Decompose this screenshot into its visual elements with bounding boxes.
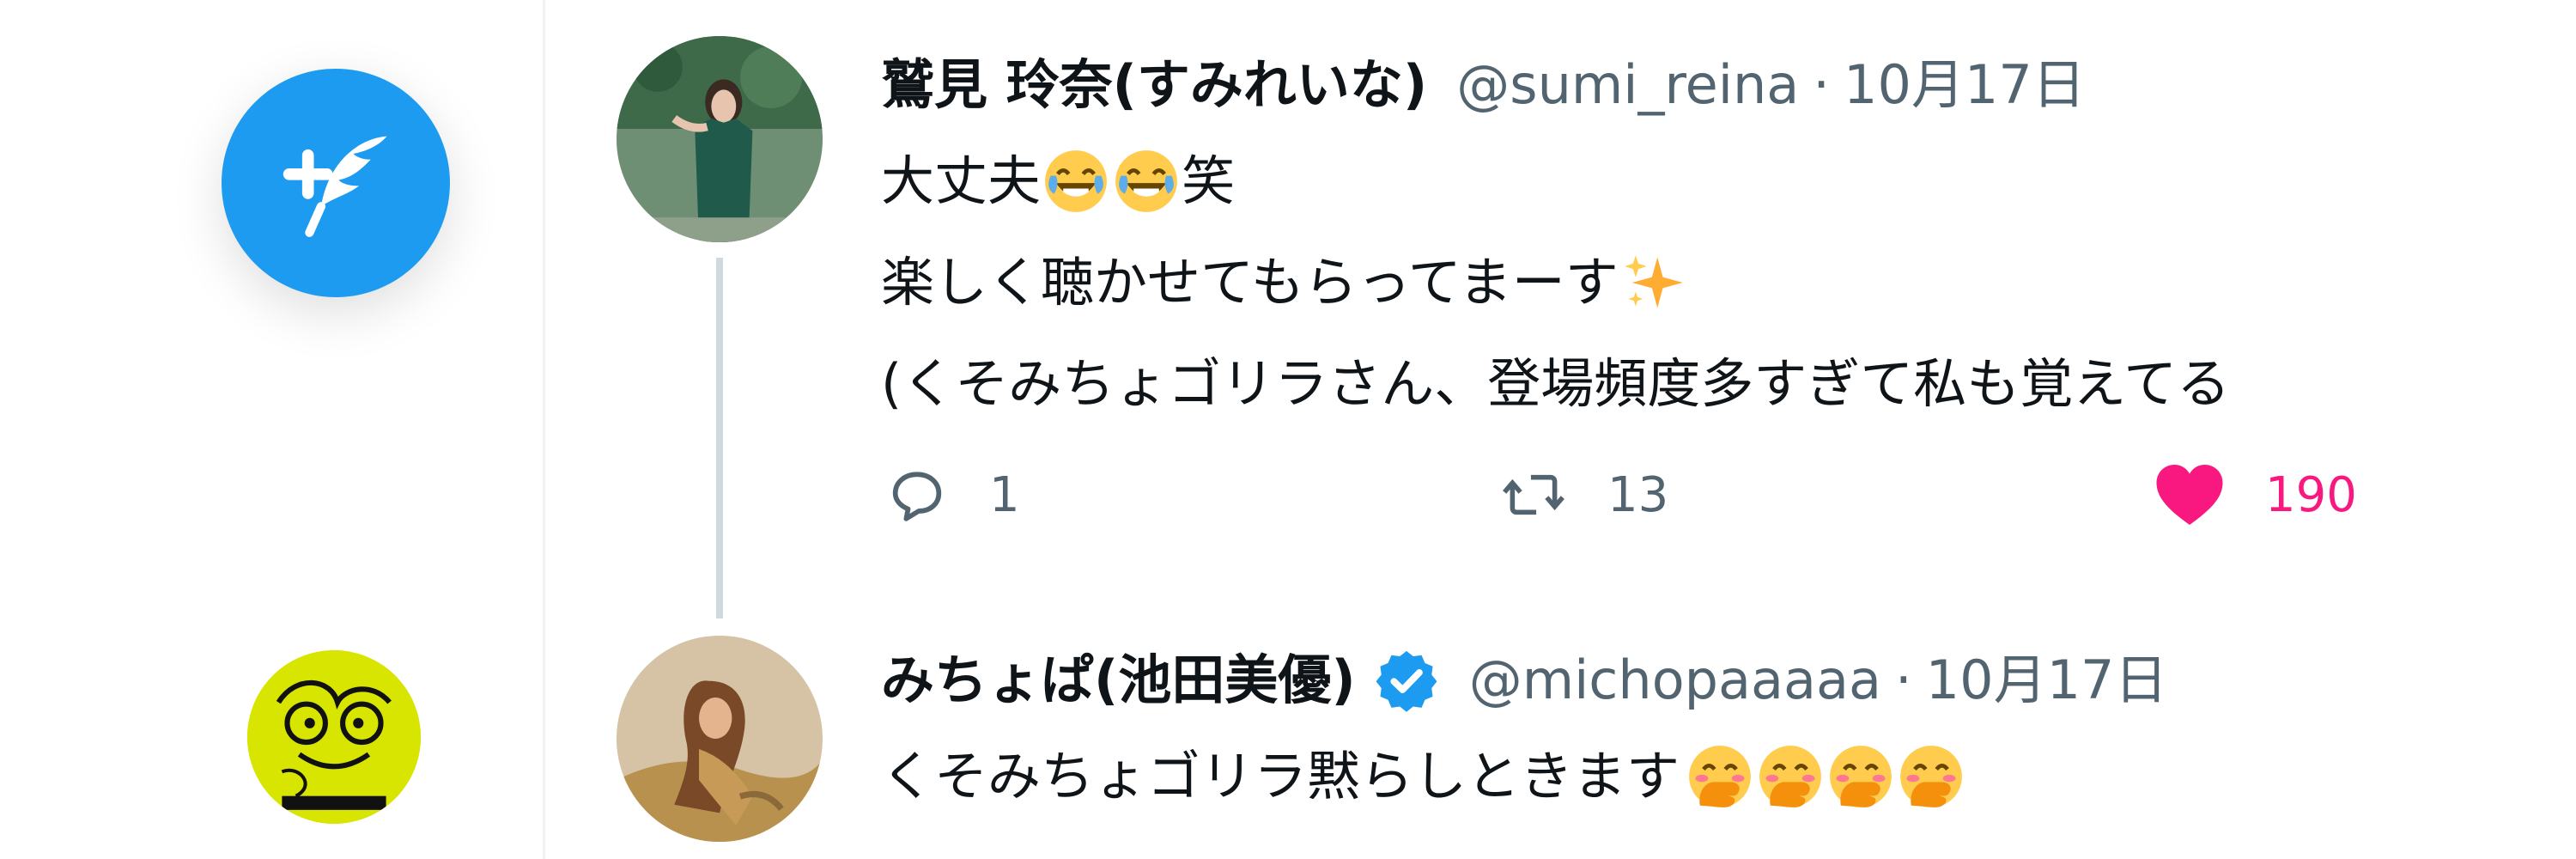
header-separator: · xyxy=(1813,53,1830,116)
like-count: 190 xyxy=(2265,466,2357,523)
retweet-count: 13 xyxy=(1607,466,1669,523)
tweet-line: くそみちょゴリラ黙らしときます xyxy=(881,726,1966,827)
compose-tweet-button[interactable] xyxy=(222,69,450,297)
tweet-text-segment: 大丈夫 xyxy=(881,149,1042,213)
tweet-text-segment: 楽しく聴かせてもらってまーす xyxy=(881,251,1619,314)
tweet-text-segment: 笑 xyxy=(1182,149,1236,213)
tweet-line: 楽しく聴かせてもらってまーす xyxy=(881,232,2230,333)
face-with-tears-of-joy-icon xyxy=(1041,149,1182,214)
tweet-line: 大丈夫 笑 xyxy=(881,131,2230,232)
tweet-author-avatar[interactable] xyxy=(617,36,823,242)
left-sidebar xyxy=(0,0,546,859)
tweet-body: くそみちょゴリラ黙らしときます xyxy=(881,726,1966,827)
tweet-timestamp[interactable]: 10月17日 xyxy=(1844,58,2086,112)
tweet-text-segment: (くそみちょゴリラさん、登場頻度多すぎて私も覚えてる xyxy=(881,352,2231,416)
author-handle[interactable]: @sumi_reina xyxy=(1456,58,1799,112)
author-display-name[interactable]: みちょぱ(池田美優) xyxy=(881,654,1356,707)
reply-button[interactable]: 1 xyxy=(884,460,1020,529)
compose-feather-plus-icon xyxy=(283,136,387,237)
retweet-button[interactable]: 13 xyxy=(1499,460,1668,529)
verified-badge-icon xyxy=(1373,647,1440,714)
avatar-image xyxy=(247,650,421,824)
reply-icon xyxy=(892,472,942,521)
avatar-photo xyxy=(617,36,823,242)
tweet-line: (くそみちょゴリラさん、登場頻度多すぎて私も覚えてる xyxy=(881,333,2230,435)
author-handle[interactable]: @michopaaaaa xyxy=(1469,654,1881,707)
thread-connector-line xyxy=(716,258,723,618)
face-with-hand-over-mouth-icon xyxy=(1685,744,1966,809)
retweet-icon xyxy=(1503,474,1564,515)
tweet-timestamp[interactable]: 10月17日 xyxy=(1926,654,2168,707)
tweet-header: みちょぱ(池田美優) @michopaaaaa · 10月17日 xyxy=(881,643,2167,718)
tweet-body: 大丈夫 笑 楽しく聴かせてもらってまーす (くそみちょゴリラさん、登場頻度多すぎ… xyxy=(881,131,2230,435)
reply-count: 1 xyxy=(989,466,1020,523)
heart-filled-icon xyxy=(2156,465,2223,525)
sparkles-icon xyxy=(1624,255,1683,308)
header-separator: · xyxy=(1894,649,1912,711)
tweet-author-avatar[interactable] xyxy=(617,636,823,842)
avatar-photo xyxy=(617,636,823,842)
like-button[interactable]: 190 xyxy=(2154,460,2357,529)
tweet-header: 鷲見 玲奈(すみれいな) @sumi_reina · 10月17日 xyxy=(881,47,2086,123)
sidebar-divider xyxy=(543,0,545,859)
account-avatar[interactable] xyxy=(247,650,421,824)
tweet-text-segment: くそみちょゴリラ黙らしときます xyxy=(881,745,1680,808)
author-display-name[interactable]: 鷲見 玲奈(すみれいな) xyxy=(881,58,1427,112)
